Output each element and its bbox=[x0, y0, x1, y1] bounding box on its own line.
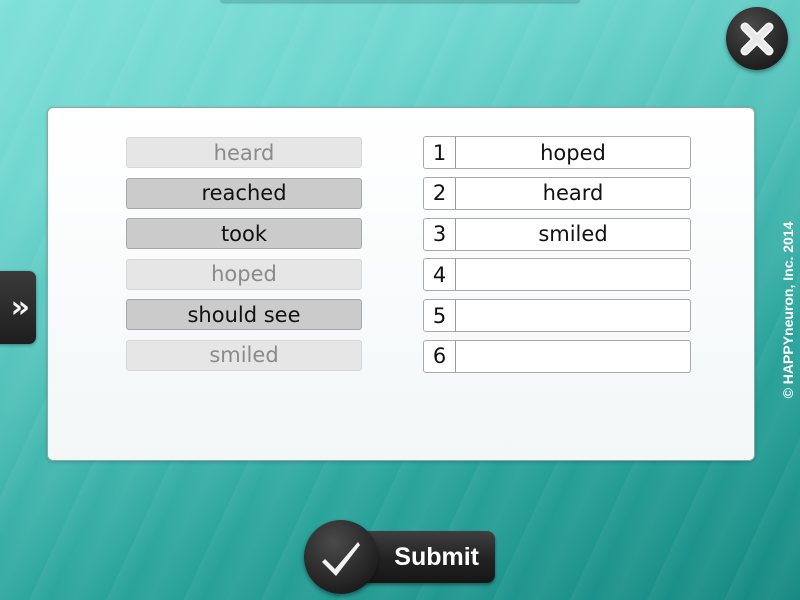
word-label: heard bbox=[213, 140, 275, 165]
slot-number: 6 bbox=[424, 340, 456, 372]
close-icon bbox=[740, 22, 774, 55]
word-label: smiled bbox=[209, 343, 279, 367]
word-bank-item[interactable]: took bbox=[126, 218, 362, 249]
close-button[interactable] bbox=[726, 7, 788, 70]
submit-button[interactable]: Submit bbox=[304, 520, 496, 594]
slot-number: 2 bbox=[424, 177, 456, 209]
answer-slot[interactable]: 6 bbox=[423, 339, 691, 373]
slot-value[interactable] bbox=[456, 341, 690, 372]
submit-label: Submit bbox=[394, 542, 479, 571]
submit-icon-circle[interactable] bbox=[304, 520, 378, 594]
slot-value[interactable]: heard bbox=[456, 178, 690, 209]
answer-slot[interactable]: 4 bbox=[423, 258, 691, 292]
copyright-notice: © HAPPYneuron, Inc. 2014 bbox=[780, 221, 796, 399]
answer-slot[interactable]: 1 hoped bbox=[423, 136, 691, 169]
answer-slot[interactable]: 3 smiled bbox=[423, 217, 691, 251]
word-bank-item[interactable]: hoped bbox=[126, 258, 362, 290]
word-bank-item[interactable]: heard bbox=[126, 137, 362, 168]
slot-value[interactable]: smiled bbox=[456, 219, 690, 250]
slot-value[interactable] bbox=[456, 300, 690, 331]
answer-slot[interactable]: 5 bbox=[423, 299, 691, 333]
checkmark-icon bbox=[322, 542, 360, 576]
exercise-panel: heard reached took hoped should see smil… bbox=[47, 107, 755, 461]
slot-number: 4 bbox=[424, 259, 456, 291]
answer-slot[interactable]: 2 heard bbox=[423, 176, 691, 210]
word-label: reached bbox=[201, 181, 287, 205]
word-bank-item[interactable]: smiled bbox=[126, 339, 362, 371]
word-bank-item[interactable]: reached bbox=[126, 177, 362, 209]
double-chevron-right-icon: » bbox=[10, 290, 30, 325]
word-label: should see bbox=[187, 302, 301, 327]
slot-number: 5 bbox=[424, 300, 456, 332]
slot-number: 3 bbox=[424, 218, 456, 250]
top-tab-handle bbox=[220, 0, 580, 2]
slot-value[interactable] bbox=[456, 259, 690, 290]
side-panel-toggle-button[interactable]: » bbox=[0, 271, 36, 344]
word-label: hoped bbox=[211, 262, 277, 286]
answer-slots: 1 hoped 2 heard 3 smiled 4 5 6 bbox=[423, 136, 691, 381]
word-label: took bbox=[220, 221, 268, 246]
slot-value[interactable]: hoped bbox=[456, 137, 690, 168]
word-bank: heard reached took hoped should see smil… bbox=[126, 137, 362, 380]
slot-number: 1 bbox=[424, 137, 456, 168]
word-bank-item[interactable]: should see bbox=[126, 299, 362, 330]
